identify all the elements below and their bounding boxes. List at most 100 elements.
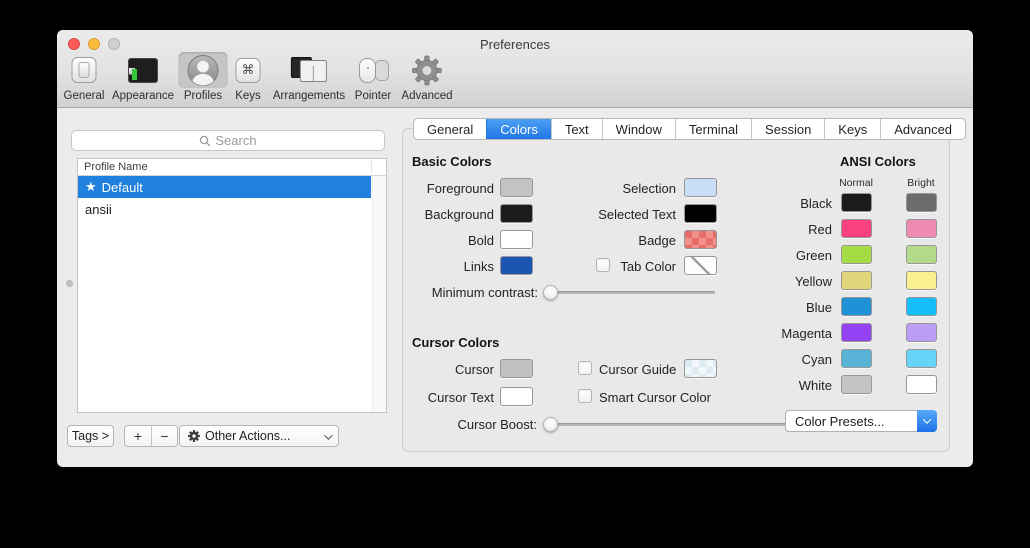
selection-color-well[interactable] (684, 178, 717, 197)
add-profile-button[interactable]: + (125, 426, 151, 446)
cursor-guide-label: Cursor Guide (599, 360, 676, 379)
ansi-yellow-normal-well[interactable] (841, 271, 872, 290)
ansi-red-normal-well[interactable] (841, 219, 872, 238)
cursor-colors-heading: Cursor Colors (412, 335, 499, 350)
selected-text-color-well[interactable] (684, 204, 717, 223)
ansi-white-label: White (732, 376, 832, 395)
toolbar-item-arrangements[interactable]: Arrangements (273, 52, 345, 102)
toolbar-item-appearance[interactable]: × Appearance (112, 52, 174, 102)
foreground-label: Foreground (384, 179, 494, 198)
pane-divider-dot (66, 280, 73, 287)
bright-column-header: Bright (901, 177, 941, 189)
ansi-blue-bright-well[interactable] (906, 297, 937, 316)
background-label: Background (384, 205, 494, 224)
tab-window[interactable]: Window (602, 119, 675, 139)
profile-list-header: Profile Name (78, 159, 386, 176)
window-title: Preferences (57, 37, 973, 52)
profile-row-ansii[interactable]: ansii (78, 198, 371, 220)
bold-color-well[interactable] (500, 230, 533, 249)
ansi-white-bright-well[interactable] (906, 375, 937, 394)
add-remove-buttons: + − (124, 425, 178, 447)
toolbar-item-pointer[interactable]: Pointer (346, 52, 400, 102)
ansi-black-normal-well[interactable] (841, 193, 872, 212)
ansi-magenta-label: Magenta (732, 324, 832, 343)
smart-cursor-color-label: Smart Cursor Color (599, 388, 711, 407)
ansi-white-normal-well[interactable] (841, 375, 872, 394)
links-color-well[interactable] (500, 256, 533, 275)
toggle-switch-icon (72, 57, 97, 83)
foreground-color-well[interactable] (500, 178, 533, 197)
profile-name: ansii (85, 202, 112, 217)
tab-session[interactable]: Session (751, 119, 824, 139)
ansi-colors-heading: ANSI Colors (840, 154, 916, 169)
minimum-contrast-slider-knob[interactable] (543, 285, 558, 300)
badge-color-well[interactable] (684, 230, 717, 249)
cursor-guide-color-well[interactable] (684, 359, 717, 378)
title-toolbar-area: Preferences General × Appearance (57, 30, 973, 108)
cursor-label: Cursor (384, 360, 494, 379)
tags-button[interactable]: Tags > (67, 425, 114, 447)
ansi-magenta-normal-well[interactable] (841, 323, 872, 342)
toolbar-item-advanced[interactable]: Advanced (401, 52, 452, 102)
badge-label: Badge (538, 231, 676, 250)
links-label: Links (384, 257, 494, 276)
selected-text-label: Selected Text (538, 205, 676, 224)
ansi-yellow-bright-well[interactable] (906, 271, 937, 290)
tab-color-well[interactable] (684, 256, 717, 275)
tab-terminal[interactable]: Terminal (675, 119, 751, 139)
ansi-blue-normal-well[interactable] (841, 297, 872, 316)
star-icon: ★ (85, 179, 97, 195)
selection-label: Selection (538, 179, 676, 198)
bold-label: Bold (384, 231, 494, 250)
toolbar-item-general[interactable]: General (64, 52, 105, 102)
ansi-blue-label: Blue (732, 298, 832, 317)
tab-general[interactable]: General (414, 119, 486, 139)
ansi-red-bright-well[interactable] (906, 219, 937, 238)
preferences-window: Preferences General × Appearance (57, 30, 973, 467)
color-presets-dropdown[interactable]: Color Presets... (785, 410, 937, 432)
ansi-black-label: Black (732, 194, 832, 213)
toolbar-item-profiles[interactable]: Profiles (179, 52, 228, 102)
tab-text[interactable]: Text (551, 119, 602, 139)
tab-advanced[interactable]: Advanced (880, 119, 965, 139)
chevron-down-icon (917, 410, 937, 432)
profile-row-default[interactable]: ★ Default (78, 176, 371, 198)
search-placeholder: Search (215, 133, 256, 148)
ansi-cyan-normal-well[interactable] (841, 349, 872, 368)
ansi-green-normal-well[interactable] (841, 245, 872, 264)
ansi-cyan-bright-well[interactable] (906, 349, 937, 368)
cursor-guide-checkbox[interactable] (578, 361, 592, 375)
ansi-green-bright-well[interactable] (906, 245, 937, 264)
gear-icon (188, 430, 200, 442)
chevron-down-icon (324, 431, 332, 439)
basic-colors-heading: Basic Colors (412, 154, 491, 169)
profile-tabs: General Colors Text Window Terminal Sess… (413, 118, 966, 140)
ansi-cyan-label: Cyan (732, 350, 832, 369)
profile-list: Profile Name ★ Default ansii (77, 158, 387, 413)
toolbar-item-keys[interactable]: ⌘ Keys (228, 52, 269, 102)
cursor-boost-slider-knob[interactable] (543, 417, 558, 432)
tab-colors[interactable]: Colors (486, 119, 551, 139)
tab-color-label: Tab Color (538, 257, 676, 276)
cursor-text-label: Cursor Text (384, 388, 494, 407)
ansi-black-bright-well[interactable] (906, 193, 937, 212)
normal-column-header: Normal (836, 177, 876, 189)
ansi-magenta-bright-well[interactable] (906, 323, 937, 342)
cursor-text-color-well[interactable] (500, 387, 533, 406)
other-actions-dropdown[interactable]: Other Actions... (179, 425, 339, 447)
cursor-boost-label: Cursor Boost: (397, 415, 537, 434)
tab-keys[interactable]: Keys (824, 119, 880, 139)
person-icon (187, 54, 220, 87)
minimum-contrast-slider[interactable] (546, 291, 715, 294)
background-color-well[interactable] (500, 204, 533, 223)
remove-profile-button[interactable]: − (151, 426, 177, 446)
cursor-color-well[interactable] (500, 359, 533, 378)
terminal-window-icon: × (128, 58, 158, 83)
search-icon (199, 135, 211, 147)
gear-icon (412, 55, 443, 86)
minimum-contrast-label: Minimum contrast: (397, 283, 538, 302)
ansi-yellow-label: Yellow (732, 272, 832, 291)
command-key-icon: ⌘ (236, 58, 261, 83)
smart-cursor-color-checkbox[interactable] (578, 389, 592, 403)
search-input[interactable]: Search (71, 130, 385, 151)
